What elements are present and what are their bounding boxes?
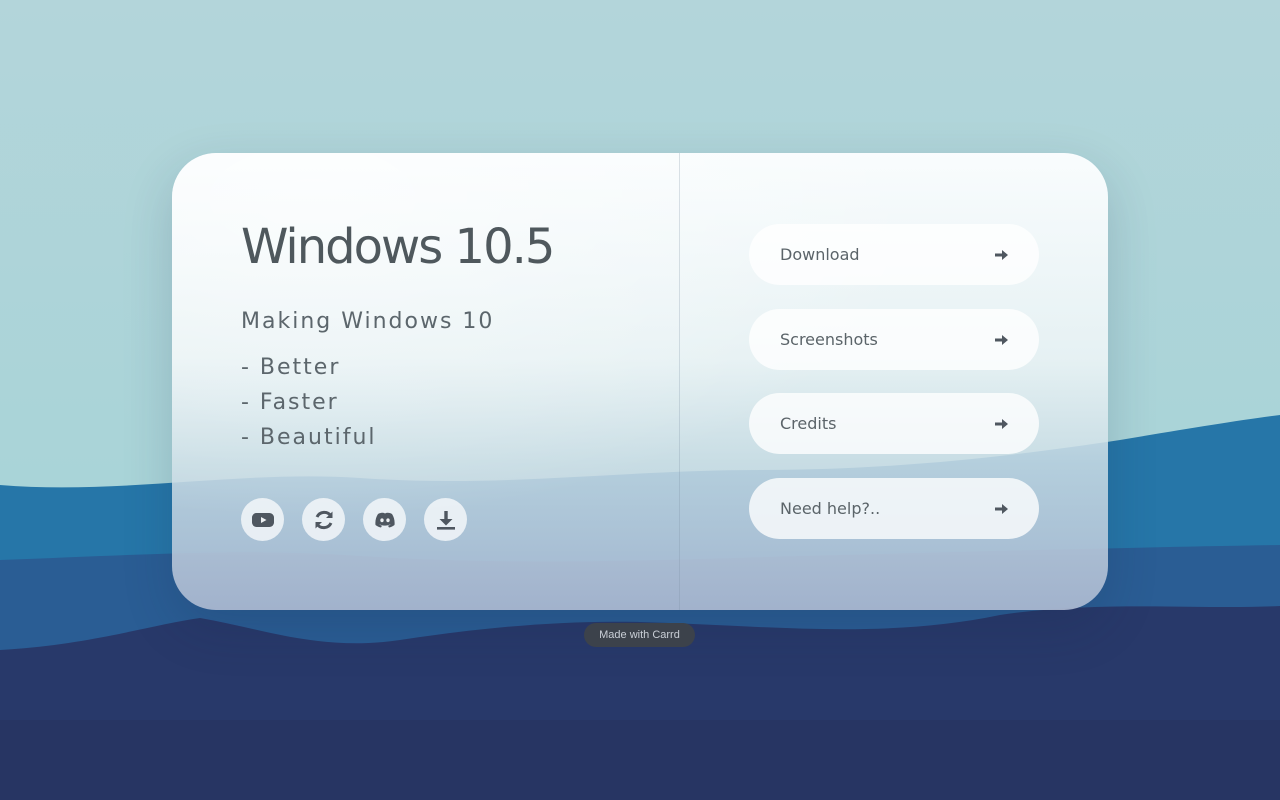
social-icons xyxy=(241,498,467,541)
arrow-right-icon xyxy=(993,332,1009,348)
button-label: Screenshots xyxy=(780,330,878,349)
button-label: Download xyxy=(780,245,860,264)
button-label: Credits xyxy=(780,414,837,433)
subtitle: Making Windows 10 xyxy=(241,309,495,334)
credits-button[interactable]: Credits xyxy=(749,393,1039,454)
discord-button[interactable] xyxy=(363,498,406,541)
youtube-button[interactable] xyxy=(241,498,284,541)
feature-item: - Faster xyxy=(241,390,339,415)
arrow-right-icon xyxy=(993,416,1009,432)
feature-item: - Beautiful xyxy=(241,425,377,450)
main-card: Windows 10.5 Making Windows 10 - Better … xyxy=(172,153,1108,610)
download-icon xyxy=(436,510,455,530)
youtube-icon xyxy=(251,512,274,527)
screenshots-button[interactable]: Screenshots xyxy=(749,309,1039,370)
refresh-icon xyxy=(315,510,332,529)
made-with-carrd-badge[interactable]: Made with Carrd xyxy=(584,623,695,647)
button-label: Need help?.. xyxy=(780,499,881,518)
need-help-button[interactable]: Need help?.. xyxy=(749,478,1039,539)
discord-icon xyxy=(374,512,395,527)
page-title: Windows 10.5 xyxy=(241,219,555,275)
arrow-right-icon xyxy=(993,247,1009,263)
feature-item: - Better xyxy=(241,355,341,380)
refresh-button[interactable] xyxy=(302,498,345,541)
feature-list: - Better - Faster - Beautiful xyxy=(241,350,377,455)
card-divider xyxy=(679,153,680,610)
download-icon-button[interactable] xyxy=(424,498,467,541)
arrow-right-icon xyxy=(993,501,1009,517)
download-button[interactable]: Download xyxy=(749,224,1039,285)
